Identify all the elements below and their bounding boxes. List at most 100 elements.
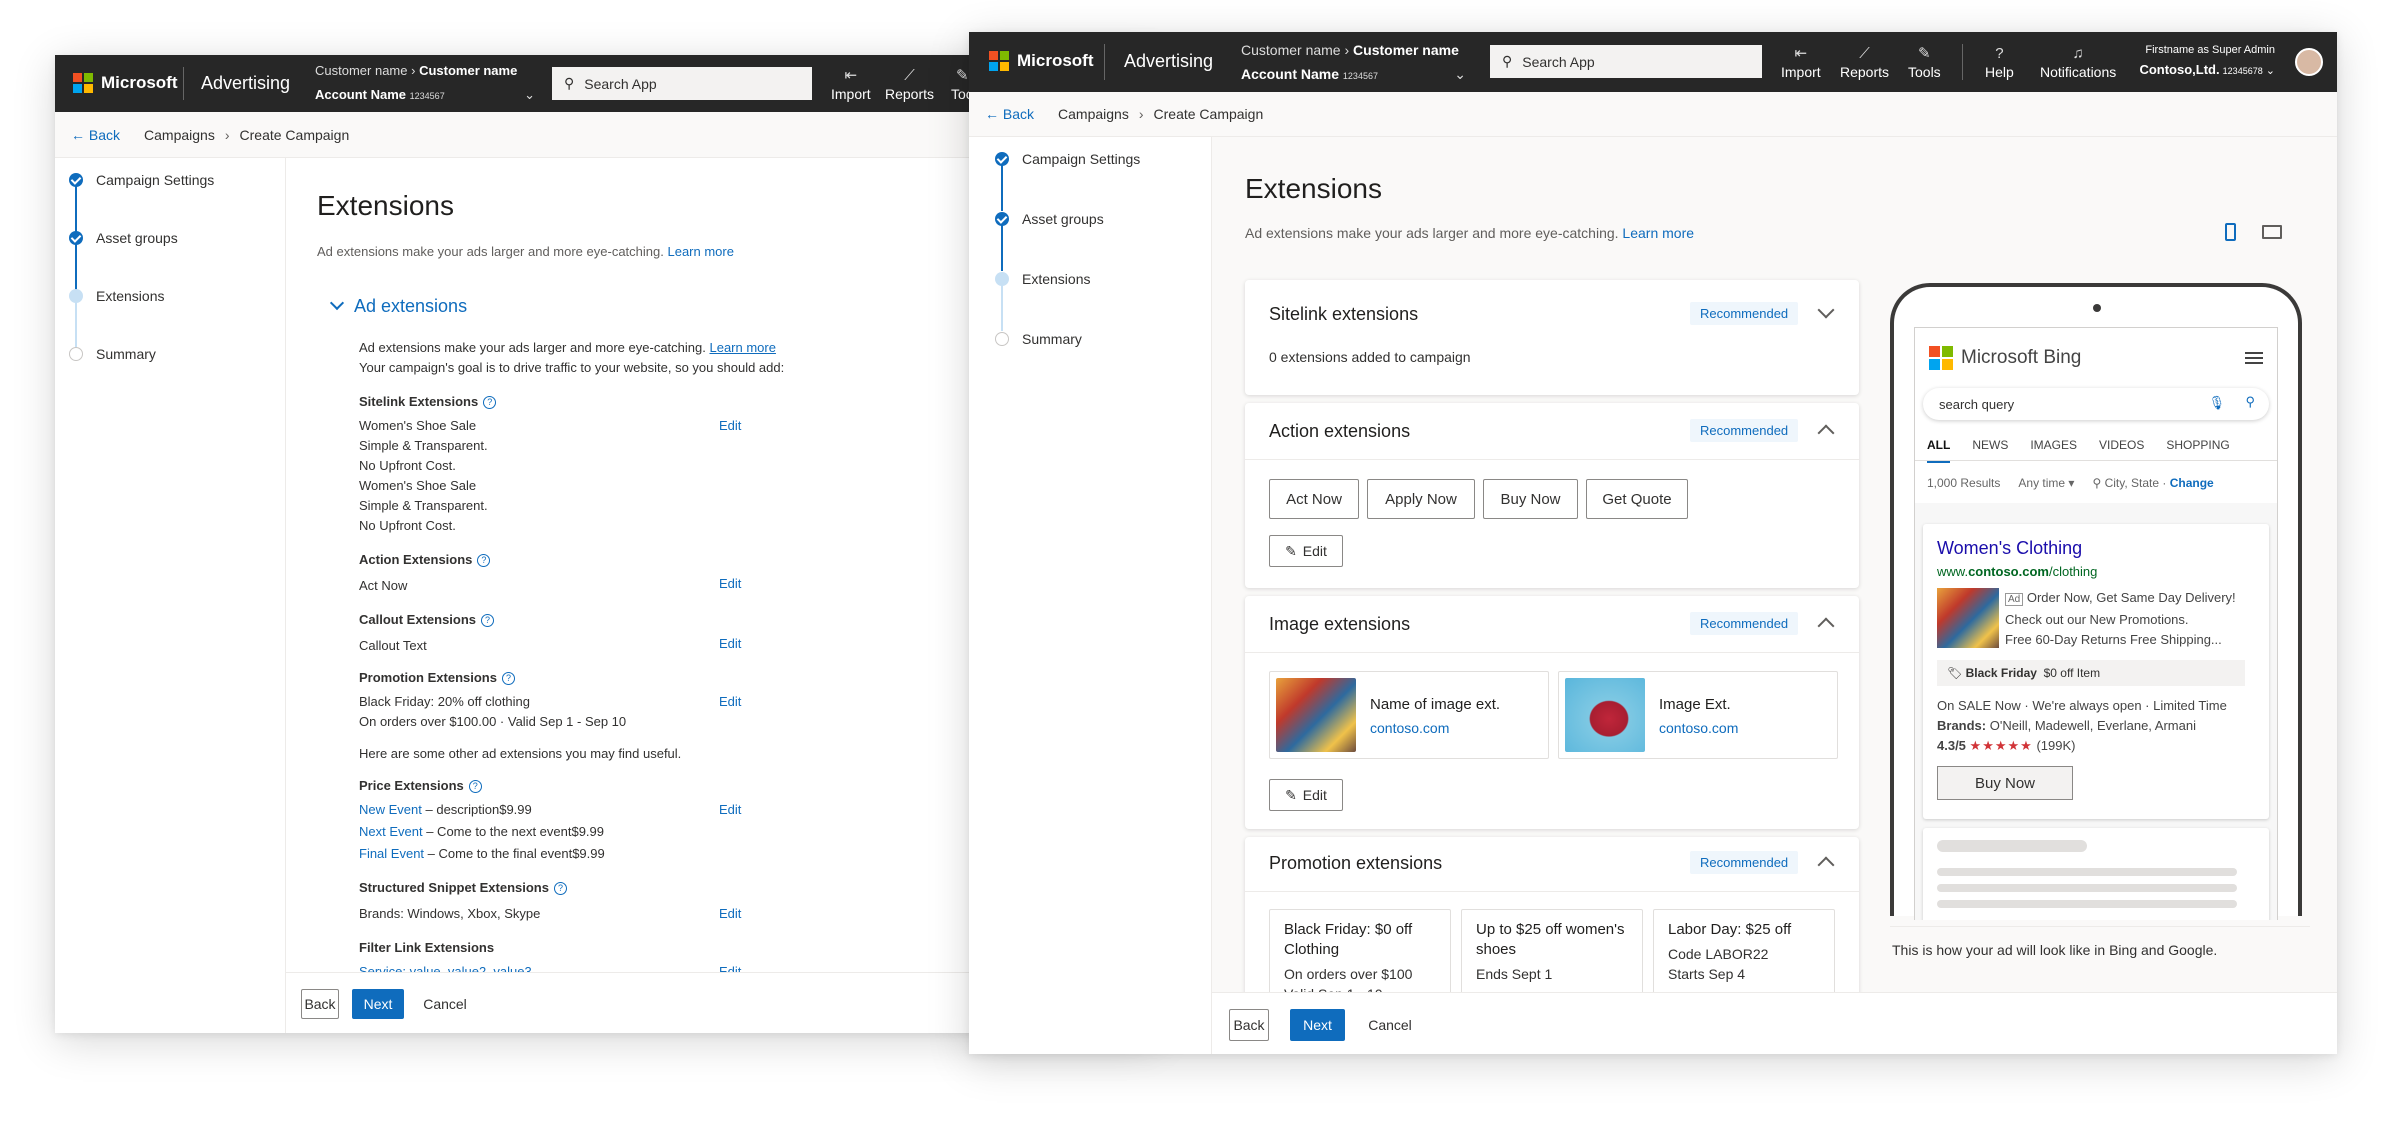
chevron-right-icon: › xyxy=(224,126,230,143)
desktop-preview-icon[interactable] xyxy=(2262,225,2282,239)
back-button[interactable]: Back xyxy=(301,989,339,1019)
step-asset-groups[interactable]: Asset groups xyxy=(69,230,178,246)
card-title: Promotion extensions xyxy=(1269,853,1443,873)
image-extension-item[interactable]: Name of image ext. contoso.com xyxy=(1269,671,1549,759)
price-edit-link[interactable]: Edit xyxy=(719,802,741,817)
promotion-item[interactable]: Black Friday: $0 off Clothing On orders … xyxy=(1269,909,1451,992)
breadcrumb-campaigns[interactable]: Campaigns xyxy=(144,127,215,143)
cancel-button[interactable]: Cancel xyxy=(1360,1009,1420,1041)
step-extensions[interactable]: Extensions xyxy=(69,288,164,304)
footer-bar: Back Next Cancel xyxy=(1212,992,2337,1054)
user-menu[interactable]: Firstname as Super Admin Contoso,Ltd. 12… xyxy=(2139,40,2275,81)
action-option-button[interactable]: Apply Now xyxy=(1367,479,1475,519)
help-icon[interactable]: ? xyxy=(468,780,482,794)
ad-buy-now-button[interactable]: Buy Now xyxy=(1937,766,2073,800)
promotion-line: Black Friday: 20% off clothing xyxy=(359,694,531,709)
price-item-link[interactable]: Final Event xyxy=(359,846,424,861)
learn-more-link[interactable]: Learn more xyxy=(1622,225,1694,241)
learn-more-link[interactable]: Learn more xyxy=(667,244,733,259)
snippet-edit-link[interactable]: Edit xyxy=(719,906,741,921)
any-time-dropdown[interactable]: Any time ▾ xyxy=(2018,476,2074,490)
chevron-down-icon[interactable] xyxy=(1817,301,1835,319)
action-edit-button[interactable]: ✎ Edit xyxy=(1269,535,1343,567)
image-extension-item[interactable]: Image Ext. contoso.com xyxy=(1558,671,1838,759)
breadcrumb-campaigns[interactable]: Campaigns xyxy=(1058,106,1129,122)
chevron-up-icon[interactable] xyxy=(1817,424,1835,442)
search-icon[interactable]: ⚲ xyxy=(2245,394,2255,410)
notifications-button[interactable]: ♫ Notifications xyxy=(2040,44,2116,80)
change-location-link[interactable]: Change xyxy=(2170,476,2214,490)
hamburger-menu-icon[interactable] xyxy=(2245,352,2263,364)
learn-more-link[interactable]: Learn more xyxy=(709,340,775,355)
step-extensions[interactable]: Extensions xyxy=(995,271,1090,287)
help-icon[interactable]: ? xyxy=(481,614,495,628)
step-campaign-settings[interactable]: Campaign Settings xyxy=(995,151,1140,167)
sitelink-edit-link[interactable]: Edit xyxy=(719,418,741,433)
action-edit-link[interactable]: Edit xyxy=(719,576,741,591)
action-option-button[interactable]: Get Quote xyxy=(1586,479,1688,519)
help-button[interactable]: ? Help xyxy=(1985,44,2014,80)
search-box[interactable]: ⚲ Search App xyxy=(1490,45,1762,78)
action-extensions-card: Action extensions Recommended Act Now Ap… xyxy=(1245,403,1859,588)
price-item-link[interactable]: Next Event xyxy=(359,824,423,839)
filter-extensions-title: Filter Link Extensions xyxy=(359,940,495,955)
sitelink-line: No Upfront Cost. xyxy=(359,458,456,473)
help-icon[interactable]: ? xyxy=(501,672,515,686)
chevron-up-icon[interactable] xyxy=(1817,856,1835,874)
card-title: Sitelink extensions xyxy=(1269,304,1419,324)
step-summary[interactable]: Summary xyxy=(69,346,156,362)
sitelink-line: Simple & Transparent. xyxy=(359,498,488,513)
avatar[interactable] xyxy=(2295,48,2323,76)
reports-button[interactable]: ⟋ Reports xyxy=(1840,44,1889,80)
price-item: Final Event – Come to the final event$9.… xyxy=(359,846,605,861)
mobile-preview-icon[interactable] xyxy=(2225,223,2236,241)
sitelink-extensions-title: Sitelink Extensions? xyxy=(359,394,497,410)
back-button[interactable]: Back xyxy=(1229,1009,1269,1041)
account-switcher[interactable]: Customer name › Customer name Account Na… xyxy=(315,59,535,108)
skeleton-line xyxy=(1937,840,2087,852)
page-subtitle: Ad extensions make your ads larger and m… xyxy=(317,244,734,259)
ad-brands: Brands: O'Neill, Madewell, Everlane, Arm… xyxy=(1937,718,2196,733)
promotion-item[interactable]: Labor Day: $25 off Code LABOR22 Starts S… xyxy=(1653,909,1835,992)
filter-edit-link[interactable]: Edit xyxy=(719,964,741,972)
next-button[interactable]: Next xyxy=(1290,1009,1345,1041)
search-box[interactable]: ⚲ Search App xyxy=(552,67,812,100)
price-item-link[interactable]: New Event xyxy=(359,802,422,817)
reports-button[interactable]: ⟋ Reports xyxy=(885,66,934,102)
recommended-badge: Recommended xyxy=(1690,419,1799,442)
price-extensions-title: Price Extensions? xyxy=(359,778,482,794)
image-ext-name: Image Ext. xyxy=(1659,696,1731,713)
next-button[interactable]: Next xyxy=(352,989,404,1019)
microsoft-logo[interactable]: Microsoft xyxy=(73,73,178,93)
import-button[interactable]: ⇤ Import xyxy=(831,66,871,102)
tools-button[interactable]: ✎ Tools xyxy=(1908,44,1941,80)
action-option-button[interactable]: Buy Now xyxy=(1483,479,1578,519)
recommended-badge: Recommended xyxy=(1690,851,1799,874)
cancel-button[interactable]: Cancel xyxy=(416,989,474,1019)
bing-search-input[interactable]: search query 🎙 ⚲ xyxy=(1923,388,2269,420)
ad-extensions-section-header[interactable]: Ad extensions xyxy=(329,295,467,317)
step-summary[interactable]: Summary xyxy=(995,331,1082,347)
help-icon[interactable]: ? xyxy=(553,882,567,896)
image-extensions-card: Image extensions Recommended Name of ima… xyxy=(1245,596,1859,829)
help-icon[interactable]: ? xyxy=(483,396,497,410)
back-link[interactable]: ← Back xyxy=(985,106,1034,122)
chevron-up-icon[interactable] xyxy=(1817,617,1835,635)
microphone-icon[interactable]: 🎙 xyxy=(2208,395,2225,411)
promotion-item[interactable]: Up to $25 off women's shoes Ends Sept 1 xyxy=(1461,909,1643,992)
account-switcher[interactable]: Customer name › Customer name Account Na… xyxy=(1241,38,1466,88)
sitelink-line: Simple & Transparent. xyxy=(359,438,488,453)
filter-line: Service: value, value2, value3 xyxy=(359,964,532,972)
callout-edit-link[interactable]: Edit xyxy=(719,636,741,651)
step-asset-groups[interactable]: Asset groups xyxy=(995,211,1104,227)
tools-icon: ✎ xyxy=(1918,45,1931,62)
promotion-edit-link[interactable]: Edit xyxy=(719,694,741,709)
step-campaign-settings[interactable]: Campaign Settings xyxy=(69,172,214,188)
microsoft-logo[interactable]: Microsoft xyxy=(989,51,1094,71)
help-icon[interactable]: ? xyxy=(477,554,491,568)
back-link[interactable]: ← Back xyxy=(71,127,120,143)
import-button[interactable]: ⇤ Import xyxy=(1781,44,1821,80)
image-edit-button[interactable]: ✎ Edit xyxy=(1269,779,1343,811)
action-option-button[interactable]: Act Now xyxy=(1269,479,1359,519)
ad-title-link[interactable]: Women's Clothing xyxy=(1937,538,2082,559)
